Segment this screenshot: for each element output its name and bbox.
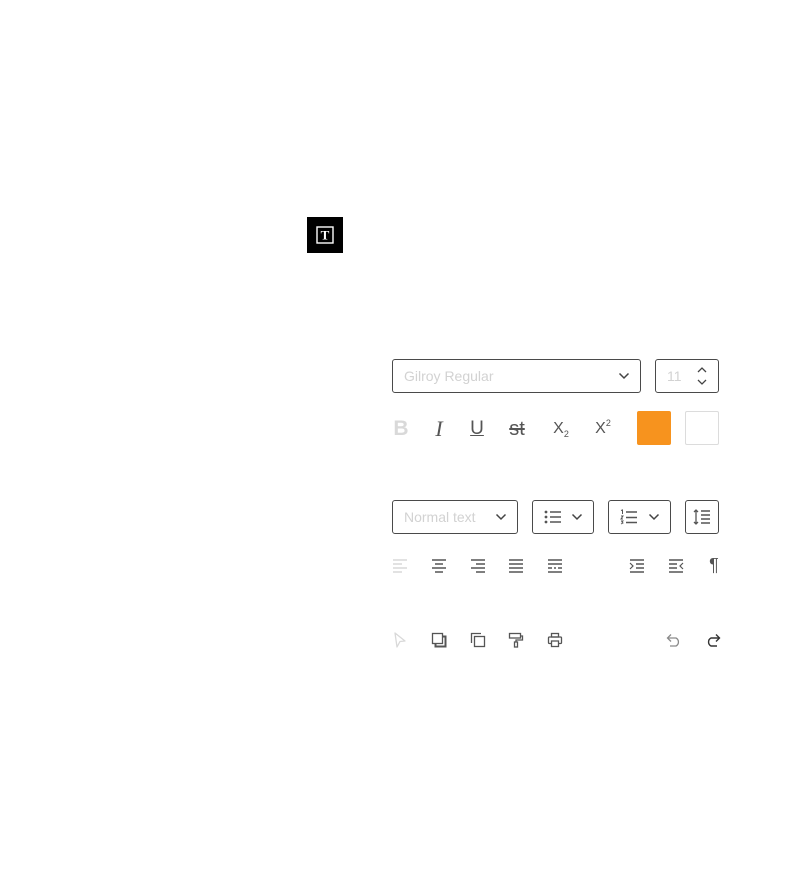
chevron-down-icon bbox=[648, 513, 660, 521]
chevron-down-icon bbox=[495, 513, 507, 521]
select-tool-button[interactable] bbox=[390, 630, 410, 650]
indent-increase-button[interactable] bbox=[627, 556, 647, 576]
undo-icon bbox=[666, 634, 680, 647]
copy-icon bbox=[470, 632, 486, 648]
highlight-color-swatch[interactable] bbox=[685, 411, 719, 445]
align-right-button[interactable] bbox=[468, 556, 488, 576]
paragraph-style-value: Normal text bbox=[404, 509, 476, 525]
print-button[interactable] bbox=[545, 630, 565, 650]
indent-increase-icon bbox=[629, 559, 644, 573]
chevron-down-icon bbox=[618, 372, 630, 380]
font-size-value: 11 bbox=[667, 368, 682, 384]
svg-text:T: T bbox=[321, 228, 330, 243]
align-justify-button[interactable] bbox=[506, 556, 526, 576]
align-distributed-icon bbox=[548, 559, 562, 573]
chevron-down-icon bbox=[571, 513, 583, 521]
format-painter-button[interactable] bbox=[506, 630, 526, 650]
indent-decrease-icon bbox=[669, 559, 684, 573]
printer-icon bbox=[547, 632, 563, 648]
paragraph-style-select[interactable]: Normal text bbox=[392, 500, 518, 534]
bold-button[interactable]: B bbox=[390, 416, 412, 442]
text-tool-button[interactable]: T bbox=[307, 217, 343, 253]
align-distributed-button[interactable] bbox=[545, 556, 565, 576]
numbered-list-icon bbox=[620, 509, 638, 525]
bring-forward-button[interactable] bbox=[429, 630, 449, 650]
paint-roller-icon bbox=[508, 632, 524, 648]
bullet-list-select[interactable] bbox=[532, 500, 594, 534]
text-color-swatch[interactable] bbox=[637, 411, 671, 445]
bring-forward-icon bbox=[431, 632, 447, 648]
pilcrow-button[interactable]: ¶ bbox=[704, 554, 724, 576]
align-left-icon bbox=[393, 559, 407, 573]
copy-button[interactable] bbox=[468, 630, 488, 650]
font-size-stepper[interactable]: 11 bbox=[655, 359, 719, 393]
pilcrow-icon: ¶ bbox=[709, 554, 719, 575]
subscript-button[interactable]: X2 bbox=[549, 416, 573, 442]
numbered-list-select[interactable] bbox=[608, 500, 671, 534]
underline-button[interactable]: U bbox=[466, 416, 488, 442]
bullet-list-icon bbox=[544, 509, 562, 525]
redo-icon bbox=[707, 634, 721, 647]
strikethrough-button[interactable]: st bbox=[503, 416, 531, 442]
align-left-button[interactable] bbox=[390, 556, 410, 576]
align-right-icon bbox=[471, 559, 485, 573]
align-justify-icon bbox=[509, 559, 523, 573]
cursor-icon bbox=[394, 632, 406, 648]
line-spacing-button[interactable] bbox=[685, 500, 719, 534]
align-center-icon bbox=[432, 559, 446, 573]
indent-decrease-button[interactable] bbox=[666, 556, 686, 576]
redo-button[interactable] bbox=[703, 630, 723, 650]
chevron-up-icon[interactable] bbox=[697, 367, 707, 373]
undo-button[interactable] bbox=[664, 630, 684, 650]
font-family-select[interactable]: Gilroy Regular bbox=[392, 359, 641, 393]
chevron-down-icon[interactable] bbox=[697, 379, 707, 385]
italic-button[interactable]: I bbox=[428, 416, 450, 442]
font-family-value: Gilroy Regular bbox=[404, 368, 494, 384]
line-spacing-icon bbox=[693, 509, 710, 525]
superscript-button[interactable]: X2 bbox=[591, 416, 615, 442]
align-center-button[interactable] bbox=[429, 556, 449, 576]
text-tool-icon: T bbox=[316, 226, 334, 244]
